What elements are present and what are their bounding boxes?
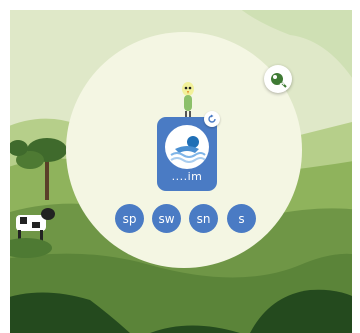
option-button-sp[interactable]: sp bbox=[115, 204, 144, 233]
option-button-s[interactable]: s bbox=[227, 204, 256, 233]
option-button-sn[interactable]: sn bbox=[189, 204, 218, 233]
game-stage: ....im sp sw sn s bbox=[0, 0, 360, 333]
refresh-button[interactable] bbox=[204, 111, 220, 127]
corner-button[interactable] bbox=[264, 65, 292, 93]
option-button-sw[interactable]: sw bbox=[152, 204, 181, 233]
leaf-sound-icon bbox=[271, 73, 287, 88]
bird-mascot-icon bbox=[182, 82, 194, 118]
word-card-text: ....im bbox=[171, 170, 203, 183]
word-card: ....im bbox=[157, 117, 217, 191]
refresh-icon bbox=[208, 114, 216, 123]
swimmer-icon bbox=[165, 125, 209, 169]
